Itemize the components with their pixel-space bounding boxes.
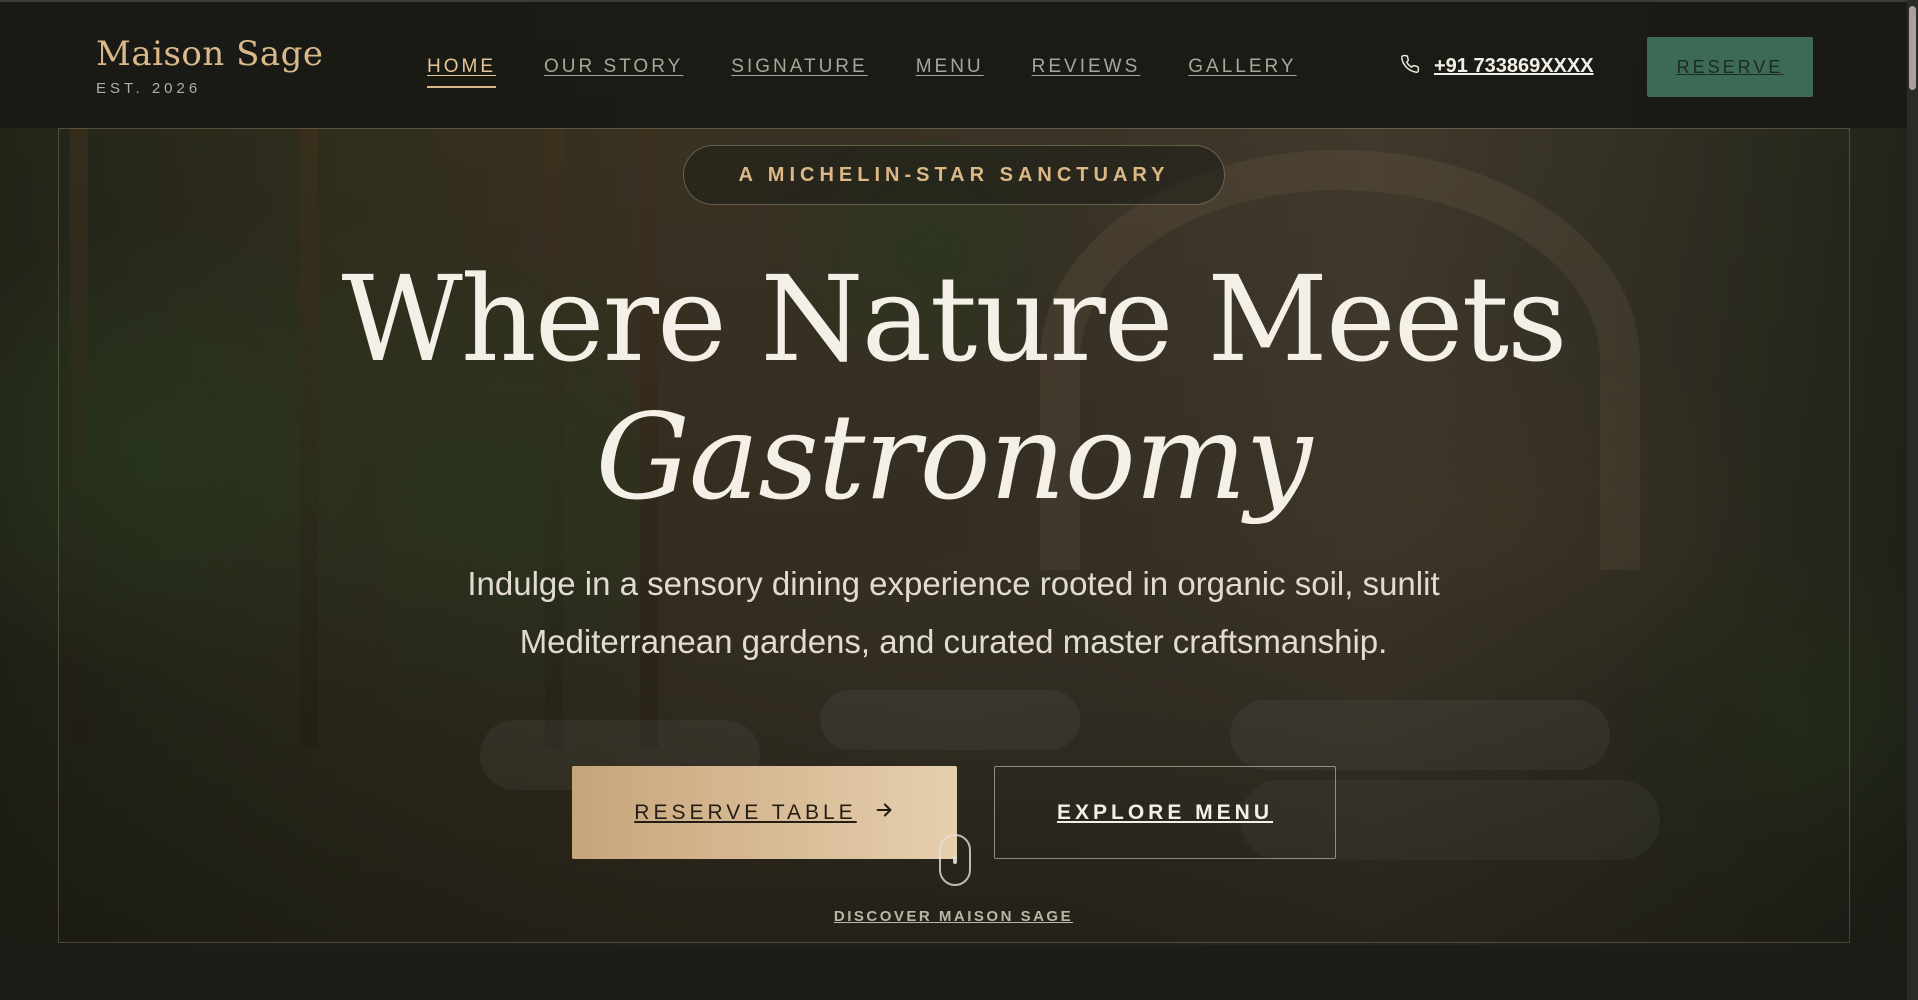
reserve-table-label: RESERVE TABLE: [634, 800, 857, 824]
hero-subtitle: Indulge in a sensory dining experience r…: [467, 565, 1440, 660]
hero-headline-line2: Gastronomy: [595, 388, 1313, 526]
phone-number: +91 733869XXXX: [1434, 55, 1594, 77]
explore-menu-button[interactable]: EXPLORE MENU: [994, 766, 1336, 859]
site-header: Maison Sage EST. 2026 HOME OUR STORY SIG…: [0, 0, 1907, 128]
nav-gallery[interactable]: GALLERY: [1188, 56, 1296, 78]
nav-signature[interactable]: SIGNATURE: [731, 56, 867, 78]
main-nav: HOME OUR STORY SIGNATURE MENU REVIEWS GA…: [427, 56, 1297, 88]
brand-logo[interactable]: Maison Sage EST. 2026: [96, 34, 324, 97]
nav-menu[interactable]: MENU: [916, 56, 984, 78]
mouse-icon[interactable]: [939, 834, 971, 886]
reserve-table-button[interactable]: RESERVE TABLE: [572, 766, 957, 859]
section-divider: [0, 945, 1907, 1000]
nav-our-story[interactable]: OUR STORY: [544, 56, 683, 78]
phone-link[interactable]: +91 733869XXXX: [1400, 54, 1594, 79]
scrollbar-thumb[interactable]: [1909, 6, 1916, 90]
phone-icon: [1400, 54, 1420, 79]
nav-home[interactable]: HOME: [427, 56, 496, 88]
arrow-right-icon: [873, 799, 895, 827]
reserve-button[interactable]: RESERVE: [1647, 37, 1813, 97]
hero-headline-line1: Where Nature Meets: [341, 250, 1567, 388]
nav-reviews[interactable]: REVIEWS: [1032, 56, 1141, 78]
discover-link[interactable]: DISCOVER MAISON SAGE: [0, 908, 1907, 925]
page-scrollbar[interactable]: [1907, 0, 1918, 1000]
brand-established: EST. 2026: [96, 80, 202, 97]
michelin-badge: A MICHELIN-STAR SANCTUARY: [683, 145, 1225, 205]
brand-name: Maison Sage: [96, 34, 324, 74]
